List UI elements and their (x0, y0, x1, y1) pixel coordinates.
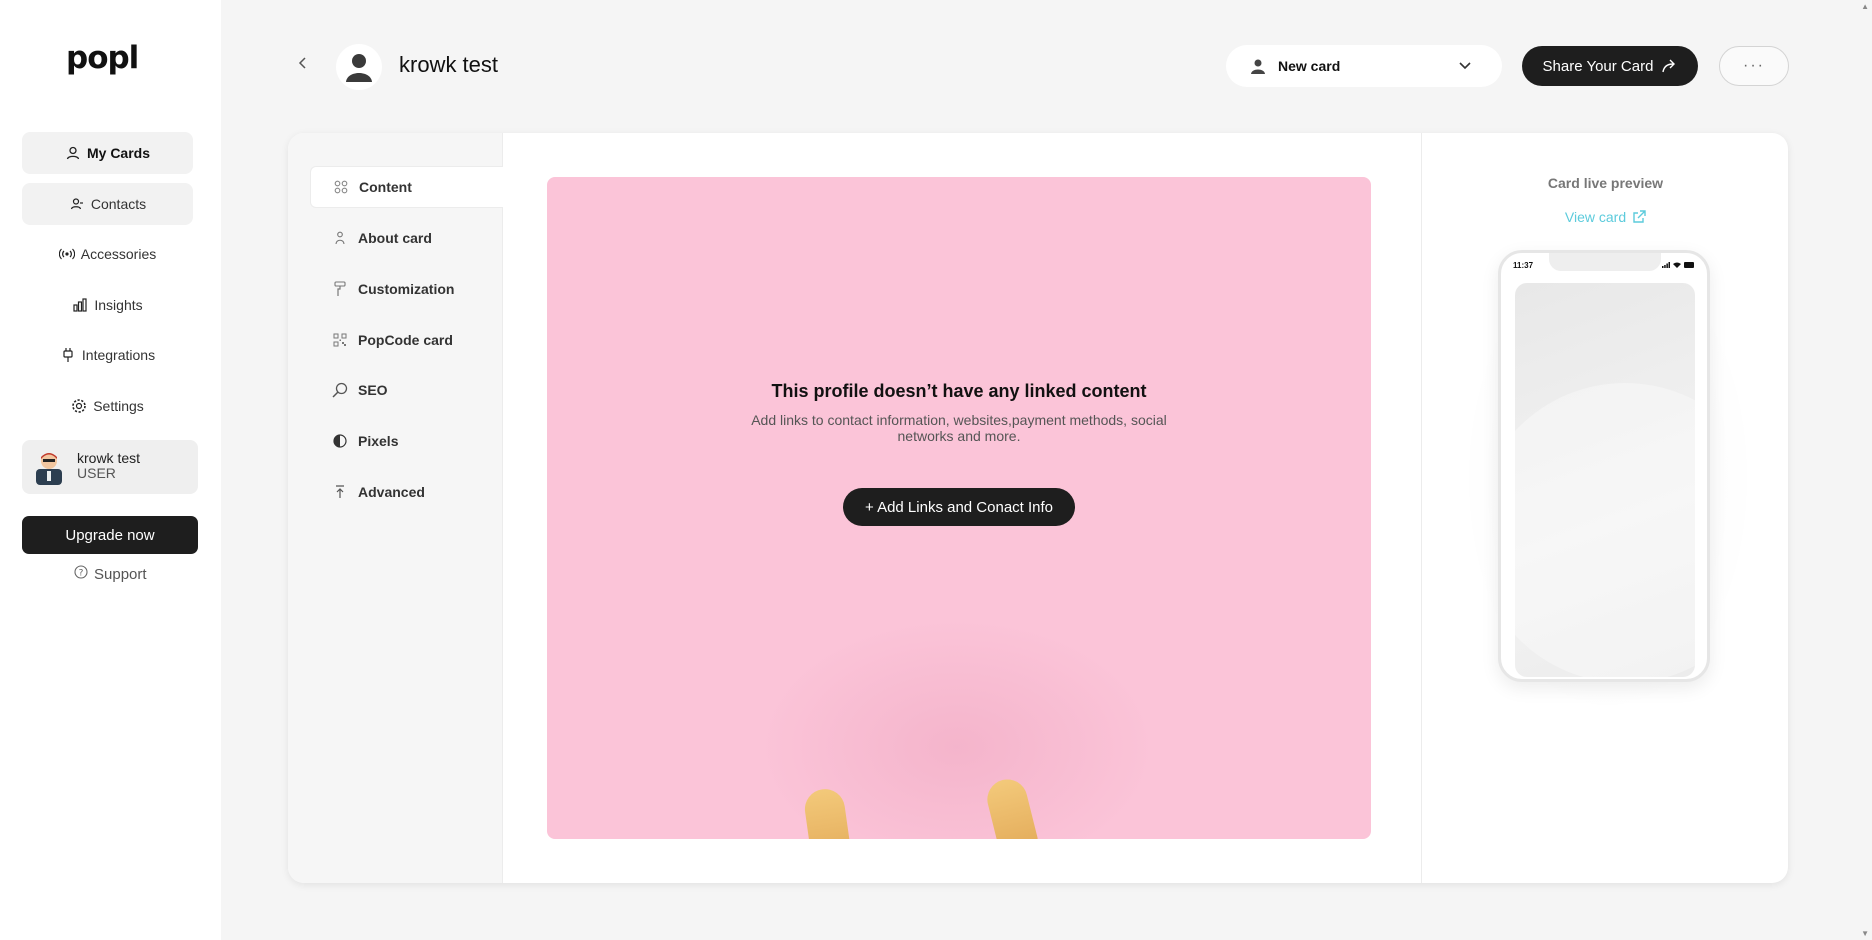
phone-mockup: 11:37 (1498, 250, 1710, 682)
signal-icon (1662, 262, 1670, 268)
scroll-up-arrow-icon[interactable]: ▲ (1861, 2, 1869, 11)
share-label: Share Your Card (1542, 57, 1654, 75)
support-label: Support (94, 565, 147, 583)
sidebar-item-my-cards[interactable]: My Cards (22, 132, 193, 174)
contrast-icon (332, 433, 348, 449)
sidebar-item-label: Contacts (90, 196, 147, 212)
card-select-value: New card (1278, 58, 1341, 74)
support-link[interactable]: ? Support (74, 565, 147, 583)
avatar (34, 449, 64, 485)
external-link-icon (1632, 210, 1646, 224)
card-preview-panel: Card live preview View card 11:37 (1421, 133, 1788, 883)
editor-tabs: Content About card Customization PopCode… (288, 133, 503, 883)
editor-panel: Content About card Customization PopCode… (288, 133, 1788, 883)
sidebar-item-label: Insights (94, 297, 143, 313)
page-title: krowk test (399, 52, 499, 77)
help-icon: ? (74, 565, 88, 583)
qr-icon (332, 332, 348, 348)
sidebar-item-contacts[interactable]: Contacts (22, 183, 193, 225)
contacts-icon (69, 196, 85, 212)
tab-label: Customization (358, 281, 455, 297)
empty-state-title: This profile doesn’t have any linked con… (771, 381, 1147, 401)
sidebar-item-label: Accessories (80, 246, 157, 262)
tab-content[interactable]: Content (310, 166, 503, 208)
wifi-icon (1673, 262, 1681, 268)
tab-label: PopCode card (358, 332, 453, 348)
search-icon (332, 382, 348, 398)
sidebar: popl My Cards Contacts Accessories Insig… (0, 0, 221, 940)
gear-icon (71, 398, 87, 414)
card-avatar (336, 44, 382, 90)
chevron-down-icon (1458, 58, 1472, 75)
person-icon (1250, 58, 1266, 74)
tab-customization[interactable]: Customization (310, 268, 503, 310)
share-card-button[interactable]: Share Your Card (1522, 46, 1698, 86)
phone-screen (1515, 283, 1695, 677)
broadcast-icon (58, 246, 75, 262)
sidebar-item-insights[interactable]: Insights (22, 284, 193, 326)
phone-notch (1549, 253, 1661, 271)
phone-time: 11:37 (1513, 261, 1534, 270)
tab-label: Pixels (358, 433, 399, 449)
tab-label: Advanced (358, 484, 425, 500)
tab-about-card[interactable]: About card (310, 217, 503, 259)
phone-status-icons (1662, 262, 1695, 268)
tab-label: About card (358, 230, 432, 246)
scroll-down-arrow-icon[interactable]: ▼ (1861, 929, 1869, 938)
sidebar-item-label: My Cards (86, 145, 151, 161)
content-empty-state: This profile doesn’t have any linked con… (547, 177, 1371, 839)
sidebar-item-integrations[interactable]: Integrations (22, 334, 193, 376)
tab-label: SEO (358, 382, 388, 398)
add-links-button[interactable]: + Add Links and Conact Info (843, 488, 1075, 526)
person-silhouette-icon (346, 54, 372, 82)
more-options-button[interactable]: ··· (1719, 46, 1789, 86)
svg-text:?: ? (79, 569, 84, 579)
sidebar-item-label: Settings (93, 398, 144, 414)
tab-popcode-card[interactable]: PopCode card (310, 319, 503, 361)
tab-pixels[interactable]: Pixels (310, 420, 503, 462)
screen-decoration (1515, 383, 1695, 677)
paint-roller-icon (332, 281, 348, 297)
popl-logo[interactable]: popl (66, 40, 139, 76)
tab-seo[interactable]: SEO (310, 369, 503, 411)
user-profile[interactable]: krowk test USER (22, 440, 198, 494)
user-role: USER (77, 465, 116, 481)
sidebar-item-accessories[interactable]: Accessories (22, 233, 193, 275)
share-arrow-icon (1661, 59, 1677, 73)
arrow-up-bar-icon (332, 484, 348, 500)
tab-label: Content (359, 179, 412, 195)
sidebar-item-label: Integrations (81, 347, 156, 363)
view-card-link[interactable]: View card (1422, 209, 1788, 225)
bar-chart-icon (72, 297, 88, 313)
battery-icon (1684, 262, 1694, 268)
card-select-dropdown[interactable]: New card (1226, 45, 1502, 87)
plug-icon (60, 347, 76, 363)
page-scrollbar[interactable]: ▲ ▼ (1858, 0, 1872, 940)
preview-title: Card live preview (1547, 175, 1664, 191)
view-card-label: View card (1564, 209, 1627, 225)
tab-advanced[interactable]: Advanced (310, 471, 503, 513)
user-icon (65, 145, 81, 161)
back-chevron-icon[interactable] (294, 54, 312, 72)
empty-state-subtitle: Add links to contact information, websit… (751, 412, 1167, 444)
upgrade-button[interactable]: Upgrade now (22, 516, 198, 554)
person-icon (332, 230, 348, 246)
sidebar-item-settings[interactable]: Settings (22, 385, 193, 427)
user-name: krowk test (77, 450, 141, 466)
grid-icon (333, 179, 349, 195)
